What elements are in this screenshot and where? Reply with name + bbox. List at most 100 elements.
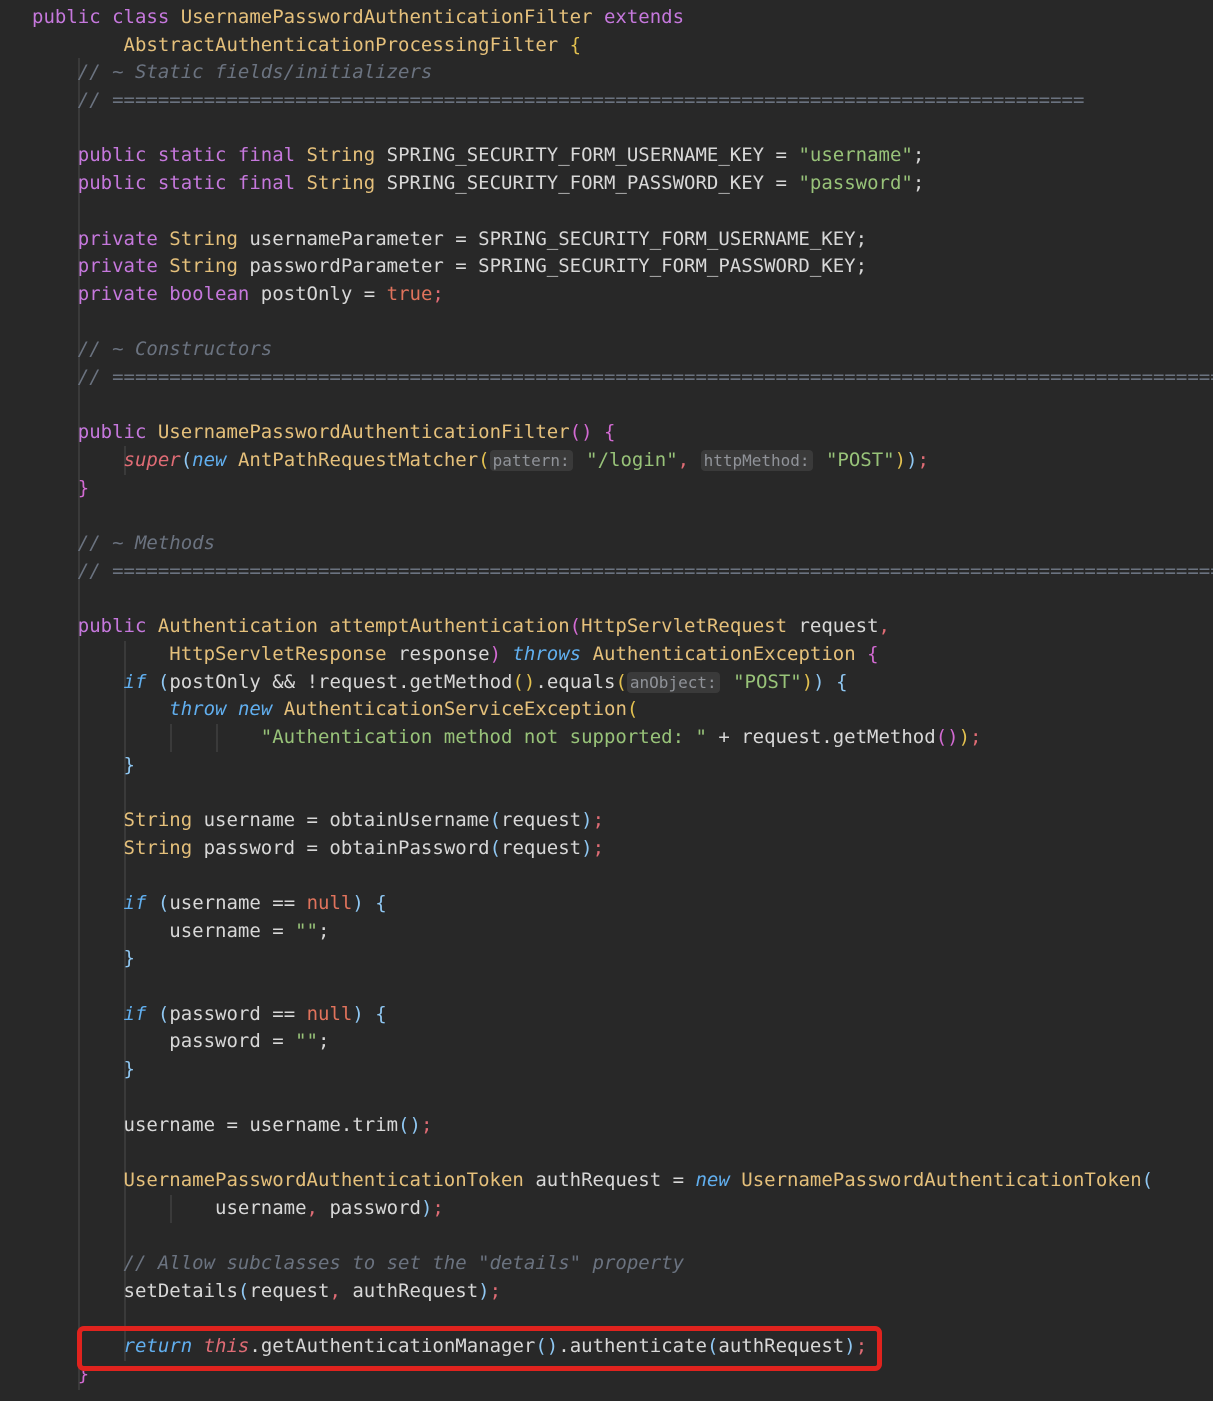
code-token: password ==	[169, 1003, 306, 1025]
code-token: AntPathRequestMatcher	[238, 449, 478, 471]
code-token: usernameParameter = SPRING_SECURITY_FORM…	[238, 228, 867, 250]
code-token: UsernamePasswordAuthenticationFilter	[181, 6, 593, 28]
code-token: response	[387, 643, 490, 665]
code-token: )	[895, 449, 906, 471]
code-line: // =====================================…	[32, 87, 1213, 115]
code-token: .getAuthenticationManager	[249, 1335, 535, 1357]
code-token: )	[813, 671, 824, 693]
code-line: // ~ Constructors	[32, 336, 1213, 364]
code-token: {	[570, 34, 581, 56]
code-line: username = username.trim();	[32, 1112, 1213, 1140]
code-line: setDetails(request, authRequest);	[32, 1278, 1213, 1306]
code-token: SPRING_SECURITY_FORM_USERNAME_KEY =	[375, 144, 798, 166]
code-token: (	[490, 837, 501, 859]
code-token: // =====================================…	[32, 560, 1213, 582]
code-token: ;	[432, 1197, 443, 1219]
code-line: String password = obtainPassword(request…	[32, 835, 1213, 863]
code-line	[32, 862, 1213, 890]
code-token: if	[124, 671, 147, 693]
code-token: password =	[32, 1030, 295, 1052]
code-token: public	[32, 421, 158, 443]
code-token: ;	[918, 449, 929, 471]
code-token: ;	[913, 144, 924, 166]
code-token: // ~ Constructors	[32, 338, 272, 360]
code-line: throw new AuthenticationServiceException…	[32, 696, 1213, 724]
code-token	[32, 1335, 124, 1357]
code-token: request	[501, 837, 581, 859]
code-token: postOnly && !request.getMethod	[169, 671, 512, 693]
code-token: HttpServletResponse	[169, 643, 386, 665]
code-token: ,	[879, 615, 890, 637]
code-line: }	[32, 752, 1213, 780]
code-token: "POST"	[733, 671, 802, 693]
code-token: true	[387, 283, 433, 305]
code-token	[825, 671, 836, 693]
code-line: private String passwordParameter = SPRIN…	[32, 253, 1213, 281]
code-token	[689, 449, 700, 471]
code-token: String	[307, 144, 376, 166]
code-token: )	[959, 726, 970, 748]
code-token	[815, 449, 826, 471]
code-token: username =	[32, 920, 295, 942]
code-token: null	[307, 892, 353, 914]
code-token: private	[32, 255, 169, 277]
code-token: )	[581, 809, 592, 831]
code-token: ,	[307, 1197, 318, 1219]
code-token: )	[352, 1003, 363, 1025]
code-line: public static final String SPRING_SECURI…	[32, 142, 1213, 170]
code-token: private boolean	[32, 283, 261, 305]
code-token: "username"	[798, 144, 912, 166]
code-token: null	[307, 1003, 353, 1025]
code-editor[interactable]: public class UsernamePasswordAuthenticat…	[0, 0, 1213, 1401]
code-token: )	[581, 837, 592, 859]
code-token: (	[490, 809, 501, 831]
code-token: (	[238, 1280, 249, 1302]
code-token: super	[32, 449, 181, 471]
code-line: }	[32, 475, 1213, 503]
code-line: public UsernamePasswordAuthenticationFil…	[32, 419, 1213, 447]
code-token: {	[375, 892, 386, 914]
code-token	[364, 892, 375, 914]
code-token: AbstractAuthenticationProcessingFilter	[124, 34, 559, 56]
code-line: // =====================================…	[32, 558, 1213, 586]
code-token: return	[124, 1335, 193, 1357]
code-token: HttpServletRequest	[581, 615, 787, 637]
code-token: )	[421, 1197, 432, 1219]
code-token: username = username.trim	[32, 1114, 398, 1136]
code-token: // =====================================…	[32, 366, 1213, 388]
code-token: Authentication attemptAuthentication	[158, 615, 570, 637]
code-token: )	[478, 1280, 489, 1302]
code-token: // Allow subclasses to set the "details"…	[32, 1252, 684, 1274]
code-line: HttpServletResponse response) throws Aut…	[32, 641, 1213, 669]
code-line: return this.getAuthenticationManager().a…	[32, 1333, 1213, 1361]
code-token: public static final	[32, 144, 307, 166]
code-token	[501, 643, 512, 665]
code-token: ,	[678, 449, 689, 471]
code-token: username = obtainUsername	[192, 809, 489, 831]
code-line	[32, 502, 1213, 530]
code-token: UsernamePasswordAuthenticationToken	[32, 1169, 524, 1191]
code-line: "Authentication method not supported: " …	[32, 724, 1213, 752]
code-token: }	[32, 477, 89, 499]
code-token: // ~ Static fields/initializers	[32, 61, 432, 83]
code-token: ;	[318, 920, 329, 942]
code-token: + request.getMethod	[707, 726, 936, 748]
code-token: authRequest	[341, 1280, 478, 1302]
code-token: {	[375, 1003, 386, 1025]
code-token	[856, 643, 867, 665]
code-token: setDetails	[32, 1280, 238, 1302]
code-token	[593, 421, 604, 443]
code-token: {	[836, 671, 847, 693]
code-line: }	[32, 1361, 1213, 1389]
code-token	[227, 449, 238, 471]
code-line	[32, 309, 1213, 337]
code-line: username, password);	[32, 1195, 1213, 1223]
code-token: if	[124, 1003, 147, 1025]
code-token: ;	[432, 283, 443, 305]
code-token: ;	[593, 837, 604, 859]
code-token: // =====================================…	[32, 89, 1084, 111]
code-token: password = obtainPassword	[192, 837, 489, 859]
code-line: UsernamePasswordAuthenticationToken auth…	[32, 1167, 1213, 1195]
code-line: public static final String SPRING_SECURI…	[32, 170, 1213, 198]
code-token: ;	[970, 726, 981, 748]
